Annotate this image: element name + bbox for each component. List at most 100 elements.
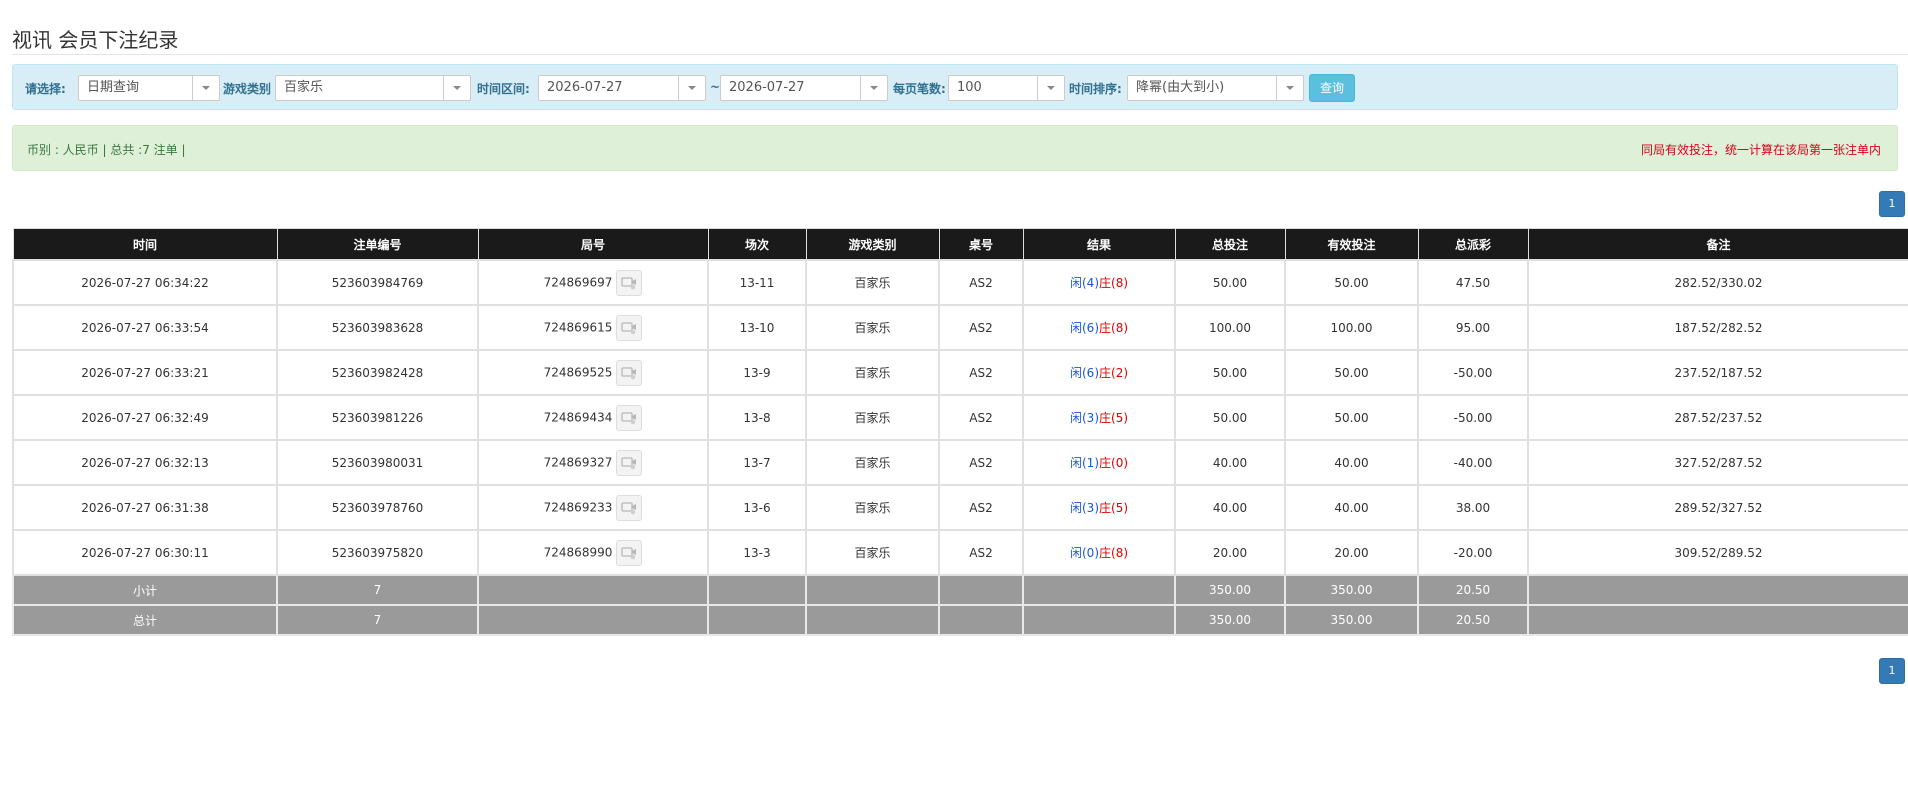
empty-cell (477, 604, 709, 636)
pagination-top-page-1[interactable]: 1 (1879, 191, 1905, 217)
bet-id: 523603981226 (276, 394, 479, 441)
subtotal-row: 小计 7 350.00 350.00 20.50 (12, 574, 1908, 606)
round-number: 724869697 (543, 275, 613, 289)
game-type-value: 百家乐 (284, 80, 324, 95)
summary-info: 币别 : 人民币 | 总共 :7 注单 | (27, 143, 186, 157)
time-range-label: 时间区间: (477, 82, 530, 96)
bet-id: 523603983628 (276, 304, 479, 351)
bet-id: 523603978760 (276, 484, 479, 531)
xian-label: 闲 (1069, 411, 1082, 425)
empty-cell (1527, 574, 1908, 606)
note: 282.52/330.02 (1527, 259, 1908, 306)
chevron-down-icon (192, 76, 219, 100)
zhuang-points: (8) (1111, 321, 1129, 335)
table-number: AS2 (938, 259, 1024, 306)
column-header: 总投注 (1174, 228, 1286, 261)
table-number: AS2 (938, 394, 1024, 441)
empty-cell (805, 574, 940, 606)
table-row: 2026-07-27 06:33:21 523603982428 724869525… (12, 349, 1908, 396)
empty-cell (707, 574, 807, 606)
table-number: AS2 (938, 484, 1024, 531)
valid-bet: 50.00 (1284, 259, 1419, 306)
total-valid-bet: 350.00 (1284, 604, 1419, 636)
table-row: 2026-07-27 06:32:13 523603980031 724869327… (12, 439, 1908, 486)
pagination-bottom-page-1[interactable]: 1 (1879, 658, 1905, 684)
xian-label: 闲 (1069, 276, 1082, 290)
zhuang-label: 庄 (1099, 501, 1112, 515)
round-number: 724869327 (543, 455, 613, 469)
zhuang-points: (2) (1111, 366, 1129, 380)
round-number: 724869233 (543, 500, 613, 514)
query-type-select[interactable]: 日期查询 (78, 75, 220, 101)
total-row: 总计 7 350.00 350.00 20.50 (12, 604, 1908, 636)
subtotal-label: 小计 (12, 574, 278, 606)
round-number-cell: 724869697 (477, 259, 709, 306)
per-page-select[interactable]: 100 (948, 75, 1065, 101)
shoe-number: 13-7 (707, 439, 807, 486)
video-replay-icon[interactable] (616, 449, 643, 476)
video-replay-icon[interactable] (616, 314, 643, 341)
video-replay-icon[interactable] (616, 404, 643, 431)
zhuang-points: (8) (1111, 276, 1129, 290)
note: 237.52/187.52 (1527, 349, 1908, 396)
round-number: 724869434 (543, 410, 613, 424)
note: 309.52/289.52 (1527, 529, 1908, 576)
total-payout: 20.50 (1417, 604, 1529, 636)
column-header: 注单编号 (276, 228, 479, 261)
query-button[interactable]: 查询 (1309, 74, 1355, 102)
zhuang-points: (5) (1111, 501, 1129, 515)
result-cell: 闲(3)庄(5) (1022, 394, 1176, 441)
xian-label: 闲 (1069, 546, 1082, 560)
valid-bet: 20.00 (1284, 529, 1419, 576)
payout: 38.00 (1417, 484, 1529, 531)
date-from-select[interactable]: 2026-07-27 (538, 75, 706, 101)
empty-cell (1022, 604, 1176, 636)
round-number-cell: 724869233 (477, 484, 709, 531)
video-replay-icon[interactable] (616, 359, 643, 386)
result-cell: 闲(6)庄(2) (1022, 349, 1176, 396)
total-bet: 40.00 (1174, 439, 1286, 486)
title-divider (12, 54, 1908, 55)
round-number: 724869615 (543, 320, 613, 334)
date-from-value: 2026-07-27 (547, 80, 623, 95)
empty-cell (477, 574, 709, 606)
bet-time: 2026-07-27 06:33:21 (12, 349, 278, 396)
xian-points: (3) (1082, 411, 1099, 425)
date-to-select[interactable]: 2026-07-27 (720, 75, 888, 101)
payout: -20.00 (1417, 529, 1529, 576)
sort-label: 时间排序: (1069, 82, 1122, 96)
valid-bet: 40.00 (1284, 484, 1419, 531)
shoe-number: 13-8 (707, 394, 807, 441)
video-replay-icon[interactable] (616, 539, 643, 566)
total-bet: 20.00 (1174, 529, 1286, 576)
table-row: 2026-07-27 06:30:11 523603975820 724868990… (12, 529, 1908, 576)
round-number: 724868990 (543, 545, 613, 559)
note: 327.52/287.52 (1527, 439, 1908, 486)
column-header: 总派彩 (1417, 228, 1529, 261)
game-type: 百家乐 (805, 484, 940, 531)
chevron-down-icon (1037, 76, 1064, 100)
game-type: 百家乐 (805, 349, 940, 396)
subtotal-valid-bet: 350.00 (1284, 574, 1419, 606)
table-header-row: 时间 注单编号 局号 场次 游戏类别 桌号 结果 总投注 有效投注 总派彩 备注 (12, 228, 1908, 261)
game-type-select[interactable]: 百家乐 (275, 75, 471, 101)
sort-select[interactable]: 降幂(由大到小) (1127, 75, 1304, 101)
table-row: 2026-07-27 06:34:22 523603984769 724869697… (12, 259, 1908, 306)
total-total-bet: 350.00 (1174, 604, 1286, 636)
sort-value: 降幂(由大到小) (1136, 80, 1225, 95)
round-number-cell: 724869525 (477, 349, 709, 396)
bet-records-table: 时间 注单编号 局号 场次 游戏类别 桌号 结果 总投注 有效投注 总派彩 备注 2026-07-2… (12, 228, 1908, 636)
empty-cell (1022, 574, 1176, 606)
column-header: 桌号 (938, 228, 1024, 261)
xian-label: 闲 (1069, 321, 1082, 335)
xian-points: (3) (1082, 501, 1099, 515)
table-row: 2026-07-27 06:31:38 523603978760 724869233… (12, 484, 1908, 531)
video-replay-icon[interactable] (616, 269, 643, 296)
video-replay-icon[interactable] (616, 494, 643, 521)
column-header: 时间 (12, 228, 278, 261)
zhuang-label: 庄 (1099, 411, 1112, 425)
table-row: 2026-07-27 06:32:49 523603981226 724869434… (12, 394, 1908, 441)
empty-cell (805, 604, 940, 636)
payout: 95.00 (1417, 304, 1529, 351)
bet-time: 2026-07-27 06:34:22 (12, 259, 278, 306)
